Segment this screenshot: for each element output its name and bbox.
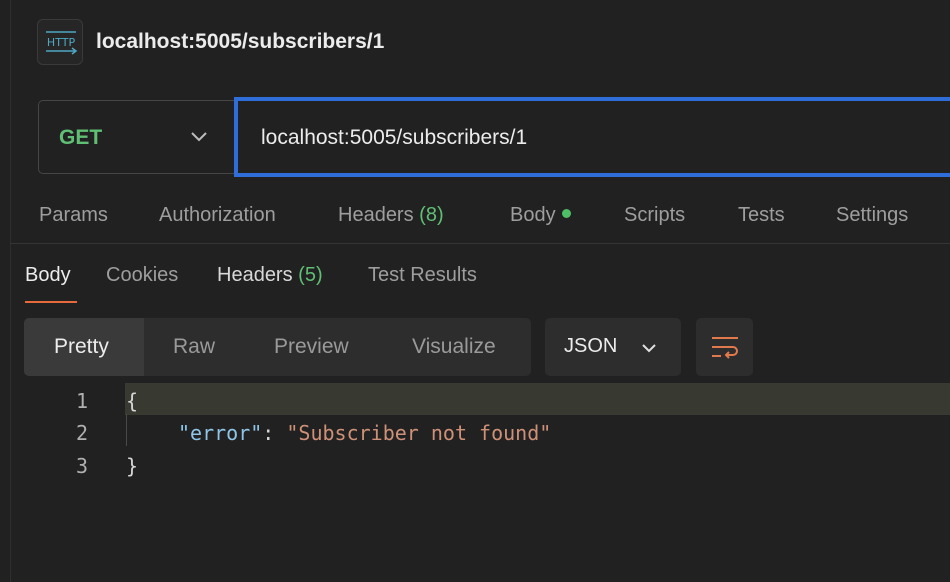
response-headers-count: (5) (298, 264, 323, 286)
url-value: localhost:5005/subscribers/1 (261, 126, 528, 149)
request-title[interactable]: localhost:5005/subscribers/1 (96, 30, 384, 54)
pretty-button[interactable]: Pretty (24, 318, 144, 376)
line-number: 3 (75, 454, 88, 478)
tab-body[interactable]: Body (510, 204, 571, 227)
tab-tests[interactable]: Tests (738, 204, 785, 227)
code-line-error: "error": "Subscriber not found" (178, 421, 551, 445)
section-divider (10, 243, 950, 244)
tab-cookies[interactable]: Cookies (106, 264, 178, 287)
line-number: 2 (75, 421, 88, 445)
http-icon: HTTP (37, 19, 83, 65)
left-divider (10, 0, 11, 582)
chevron-down-icon (640, 339, 658, 362)
method-label: GET (59, 126, 103, 149)
line-number: 1 (75, 389, 88, 413)
tab-response-headers[interactable]: Headers (5) (217, 264, 323, 287)
headers-count: (8) (419, 204, 444, 226)
body-indicator-dot (561, 209, 571, 219)
code-close-brace: } (126, 454, 139, 478)
tab-response-body[interactable]: Body (25, 264, 71, 287)
json-colon: : (262, 421, 287, 445)
wrap-lines-icon (712, 337, 738, 359)
view-mode-group: Pretty Raw Preview Visualize (24, 318, 531, 376)
json-key: "error" (178, 421, 263, 445)
preview-button[interactable]: Preview (274, 318, 349, 376)
tab-body-label: Body (510, 204, 556, 226)
format-select[interactable]: JSON (545, 318, 681, 376)
code-open-brace: { (126, 389, 139, 413)
format-label: JSON (564, 335, 618, 357)
tab-test-results[interactable]: Test Results (368, 264, 477, 287)
method-select[interactable]: GET (38, 100, 238, 174)
tab-settings[interactable]: Settings (836, 204, 908, 227)
tab-response-headers-label: Headers (217, 264, 293, 286)
pretty-label: Pretty (54, 335, 109, 358)
visualize-button[interactable]: Visualize (412, 318, 496, 376)
current-line-highlight (125, 383, 950, 415)
raw-button[interactable]: Raw (173, 318, 215, 376)
json-value: "Subscriber not found" (286, 421, 552, 445)
wrap-lines-button[interactable] (696, 318, 753, 376)
tab-scripts[interactable]: Scripts (624, 204, 685, 227)
request-tabs: Params Authorization Headers (8) Body Sc… (0, 204, 950, 232)
tab-headers[interactable]: Headers (8) (338, 204, 444, 227)
active-tab-underline (25, 301, 77, 303)
tab-headers-label: Headers (338, 204, 414, 226)
indent-guide (126, 414, 127, 446)
tab-authorization[interactable]: Authorization (159, 204, 276, 227)
url-input[interactable]: localhost:5005/subscribers/1 (234, 97, 950, 177)
chevron-down-icon (189, 127, 209, 152)
tab-params[interactable]: Params (39, 204, 108, 227)
svg-text:HTTP: HTTP (47, 36, 76, 49)
